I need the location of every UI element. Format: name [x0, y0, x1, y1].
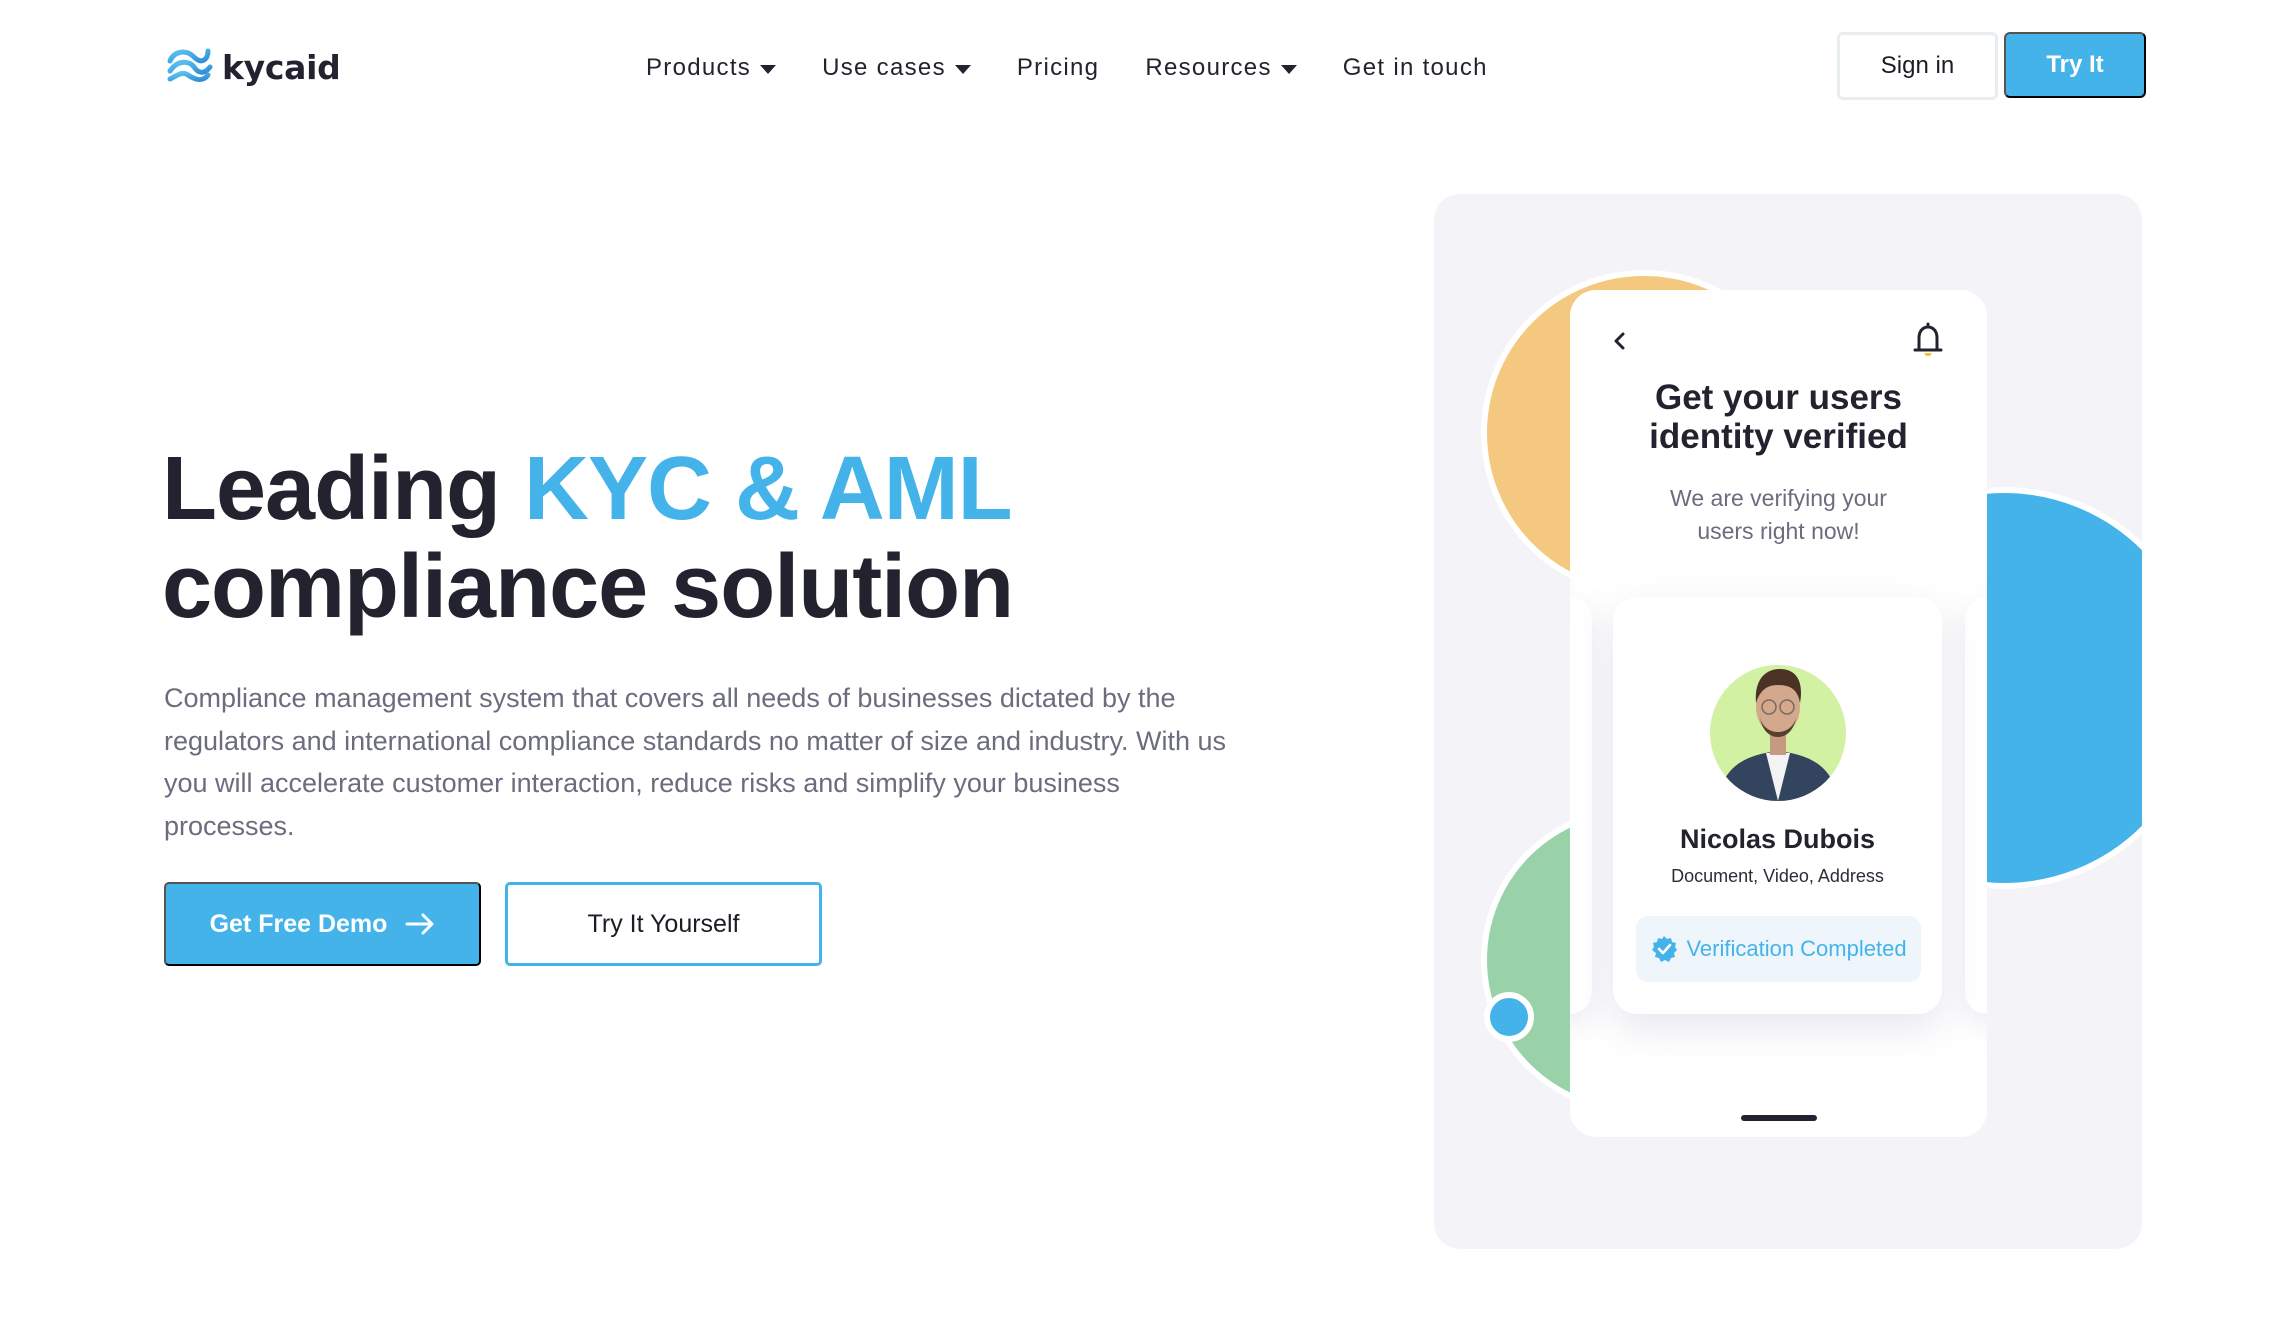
get-free-demo-label: Get Free Demo: [209, 909, 388, 938]
try-it-button[interactable]: Try It: [2004, 32, 2146, 98]
nav-item-products[interactable]: Products: [646, 54, 777, 82]
hero-title: Leading KYC & AML compliance solution: [162, 439, 1014, 637]
nav-item-label: Products: [646, 54, 752, 81]
caret-down-icon: [954, 64, 971, 74]
nav-item-pricing[interactable]: Pricing: [1017, 54, 1099, 82]
phone-mockup: Get your users identity verified We are …: [1570, 290, 1987, 1137]
nav-item-use-cases[interactable]: Use cases: [822, 54, 971, 82]
brand-name: kycaid: [222, 47, 341, 87]
nav-item-label: Use cases: [822, 54, 946, 81]
verified-badge-icon: [1652, 936, 1678, 962]
phone-title: Get your users identity verified: [1570, 378, 1987, 456]
hero-title-line2: compliance solution: [162, 537, 1014, 637]
phone-title-text: Get your users identity verified: [1649, 378, 1908, 456]
bell-icon: [1913, 322, 1943, 356]
arrow-right-icon: [405, 913, 434, 935]
hero-illustration: Get your users identity verified We are …: [1434, 194, 2142, 1249]
verification-status-badge: Verification Completed: [1636, 916, 1921, 982]
nav-item-resources[interactable]: Resources: [1145, 54, 1297, 82]
verification-status-text: Verification Completed: [1686, 936, 1907, 961]
profile-card-prev: [1570, 597, 1592, 1014]
decor-dot-blue: [1484, 992, 1534, 1042]
sign-in-button[interactable]: Sign in: [1837, 32, 1998, 100]
nav-item-label: Get in touch: [1342, 54, 1488, 81]
profile-card-next: [1965, 597, 1987, 1014]
get-free-demo-button[interactable]: Get Free Demo: [164, 882, 481, 966]
nav-item-get-in-touch[interactable]: Get in touch: [1343, 54, 1488, 82]
phone-subtitle-text: We are verifying your users right now!: [1670, 485, 1887, 544]
kycaid-logo[interactable]: kycaid: [164, 44, 341, 90]
kycaid-swirl-logo-icon: [164, 45, 214, 89]
main-nav: Products Use cases Pricing Resources Get…: [646, 48, 1534, 88]
hero-title-prefix: Leading: [162, 439, 525, 539]
nav-item-label: Resources: [1145, 54, 1272, 81]
hero-title-accent: KYC & AML: [524, 439, 1013, 539]
hero-description: Compliance management system that covers…: [164, 683, 1227, 841]
phone-home-indicator: [1741, 1115, 1817, 1121]
profile-card: Nicolas Dubois Document, Video, Address …: [1613, 597, 1942, 1014]
caret-down-icon: [760, 64, 777, 74]
try-it-yourself-button[interactable]: Try It Yourself: [505, 882, 822, 966]
caret-down-icon: [1280, 64, 1297, 74]
avatar: [1710, 665, 1846, 801]
nav-item-label: Pricing: [1016, 54, 1100, 81]
profile-checks: Document, Video, Address: [1671, 866, 1884, 886]
chevron-left-icon: [1614, 332, 1625, 350]
profile-name: Nicolas Dubois: [1679, 824, 1876, 854]
phone-subtitle: We are verifying your users right now!: [1570, 482, 1987, 548]
